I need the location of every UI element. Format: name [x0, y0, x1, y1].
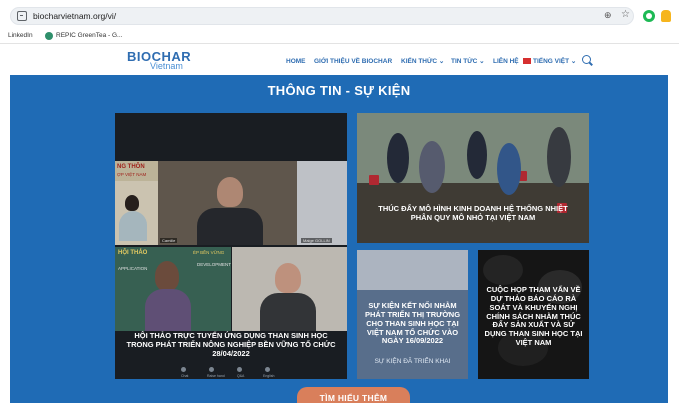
star-icon[interactable]: ☆	[621, 9, 630, 20]
zoom-icon[interactable]: ⊕	[604, 10, 612, 21]
nav-news[interactable]: TIN TỨC ⌄	[451, 57, 485, 66]
logo-sub[interactable]: Vietnam	[150, 61, 183, 71]
bookmark-linkedin[interactable]: LinkedIn	[8, 30, 33, 42]
nav-home[interactable]: HOME	[286, 57, 306, 66]
search-icon[interactable]	[582, 55, 591, 64]
url-text[interactable]: biocharvietnam.org/vi/	[33, 10, 116, 23]
bookmark-repic[interactable]: REPIC GreenTea - G...	[56, 30, 122, 42]
extension-icon[interactable]	[643, 10, 655, 22]
toolbar-label: Q&A	[237, 374, 245, 378]
site-info-icon[interactable]	[17, 11, 27, 21]
address-bar[interactable]: biocharvietnam.org/vi/ ⊕ ☆	[10, 7, 634, 25]
site-header: BIOCHAR Vietnam HOME GIỚI THIỆU VỀ BIOCH…	[0, 44, 679, 74]
vietnam-flag-icon	[523, 58, 531, 64]
raise-hand-icon	[209, 367, 214, 372]
repic-icon	[45, 32, 53, 40]
toolbar-label: English	[263, 374, 275, 378]
card-caption[interactable]: HỘI THẢO TRỰC TUYẾN ỨNG DỤNG THAN SINH H…	[115, 331, 347, 359]
card-caption[interactable]: CUỘC HỌP THAM VẤN VỀ DỰ THẢO BÁO CÁO RÀ …	[478, 285, 589, 348]
event-card-webinar[interactable]: NG THÔN ỢP VIỆT NAM Camille Maige GOLLIN…	[115, 113, 347, 379]
toolbar-label: Chat	[181, 374, 189, 378]
section-title: THÔNG TIN - SỰ KIỆN	[267, 83, 411, 98]
chat-icon	[181, 367, 186, 372]
qa-icon	[237, 367, 242, 372]
card-caption[interactable]: SỰ KIỆN KẾT NỐI NHẰM PHÁT TRIỂN THỊ TRƯỜ…	[357, 301, 468, 346]
nav-about[interactable]: GIỚI THIỆU VỀ BIOCHAR	[314, 57, 392, 66]
nav-language[interactable]: TIẾNG VIỆT ⌄	[533, 57, 576, 66]
nav-knowledge[interactable]: KIẾN THỨC ⌄	[401, 57, 444, 66]
page: biocharvietnam.org/vi/ ⊕ ☆ LinkedIn REPI…	[0, 0, 679, 403]
event-card-policy[interactable]: CUỘC HỌP THAM VẤN VỀ DỰ THẢO BÁO CÁO RÀ …	[478, 250, 589, 379]
profile-icon[interactable]	[661, 10, 671, 22]
events-section: THÔNG TIN - SỰ KIỆN NG THÔN ỢP VIỆT NAM …	[10, 75, 668, 403]
bookmarks-bar: LinkedIn REPIC GreenTea - G...	[0, 30, 679, 44]
event-card-pyrolysis[interactable]: THÚC ĐẨY MÔ HÌNH KINH DOANH HỆ THỐNG NHI…	[357, 113, 589, 243]
card-caption[interactable]: THÚC ĐẨY MÔ HÌNH KINH DOANH HỆ THỐNG NHI…	[357, 204, 589, 223]
learn-more-button[interactable]: TÌM HIỂU THÊM	[297, 387, 410, 403]
language-icon	[265, 367, 270, 372]
browser-toolbar: biocharvietnam.org/vi/ ⊕ ☆	[0, 0, 679, 30]
card-overlay	[357, 113, 589, 243]
event-card-market[interactable]: SỰ KIỆN KẾT NỐI NHẰM PHÁT TRIỂN THỊ TRƯỜ…	[357, 250, 468, 379]
nav-contact[interactable]: LIÊN HỆ	[493, 57, 519, 66]
card-subcaption: SỰ KIỆN ĐÃ TRIỂN KHAI	[374, 358, 451, 365]
toolbar-label: Raise hand	[207, 374, 225, 378]
